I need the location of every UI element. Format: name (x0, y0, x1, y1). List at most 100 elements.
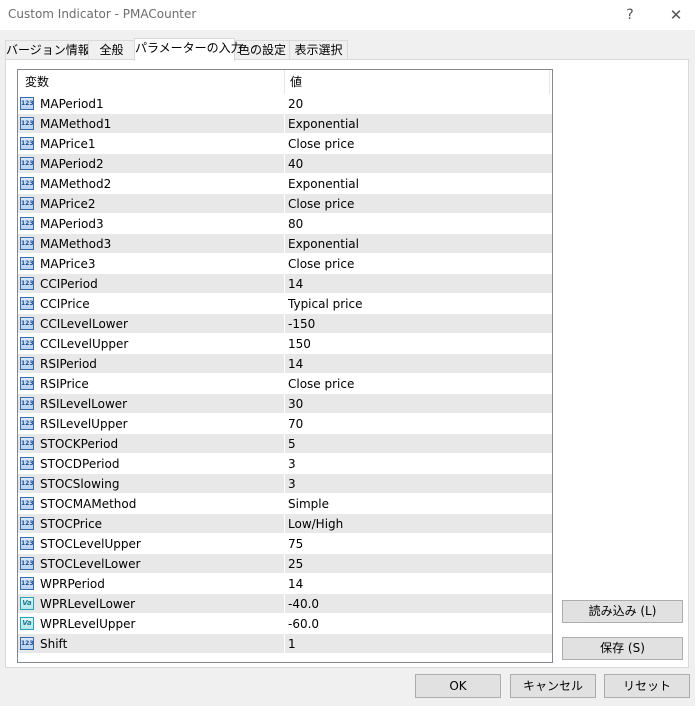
variable-name: MAPrice1 (40, 137, 96, 151)
cell-divider (284, 414, 285, 434)
parameter-grid: 変数 値 123 MAPeriod1 20 123 MAMethod1 Exponenti… (17, 69, 553, 663)
integer-type-icon: 123 (20, 177, 34, 190)
variable-value[interactable]: 14 (288, 354, 303, 374)
variable-name: WPRLevelUpper (40, 617, 136, 631)
cell-divider (284, 154, 285, 174)
variable-value[interactable]: 1 (288, 634, 296, 654)
table-row[interactable]: 123 MAPrice2 Close price (18, 194, 552, 214)
variable-value[interactable]: 5 (288, 434, 296, 454)
table-row[interactable]: 123 CCILevelLower -150 (18, 314, 552, 334)
variable-value[interactable]: 14 (288, 274, 303, 294)
double-type-icon: Va (20, 617, 34, 630)
integer-type-icon: 123 (20, 137, 34, 150)
table-row[interactable]: 123 STOCSlowing 3 (18, 474, 552, 494)
column-divider[interactable] (549, 70, 550, 94)
integer-type-icon: 123 (20, 457, 34, 470)
load-button[interactable]: 読み込み (L) (562, 600, 683, 623)
cell-divider (284, 134, 285, 154)
variable-value[interactable]: Exponential (288, 234, 359, 254)
help-icon[interactable]: ? (615, 4, 645, 26)
table-row[interactable]: 123 RSILevelLower 30 (18, 394, 552, 414)
variable-value[interactable]: 3 (288, 474, 296, 494)
variable-name: CCILevelUpper (40, 337, 129, 351)
table-row[interactable]: Va WPRLevelLower -40.0 (18, 594, 552, 614)
table-row[interactable]: 123 STOCLevelUpper 75 (18, 534, 552, 554)
variable-value[interactable]: 3 (288, 454, 296, 474)
table-row[interactable]: 123 RSIPrice Close price (18, 374, 552, 394)
table-row[interactable]: 123 MAPrice1 Close price (18, 134, 552, 154)
table-row[interactable]: 123 STOCDPeriod 3 (18, 454, 552, 474)
tab-version-info[interactable]: バージョン情報 (5, 40, 90, 60)
cell-divider (284, 494, 285, 514)
variable-value[interactable]: -150 (288, 314, 315, 334)
table-row[interactable]: 123 STOCKPeriod 5 (18, 434, 552, 454)
reset-button[interactable]: リセット (604, 674, 690, 698)
variable-value[interactable]: Close price (288, 254, 354, 274)
table-row[interactable]: 123 STOCMAMethod Simple (18, 494, 552, 514)
cancel-button[interactable]: キャンセル (510, 674, 596, 698)
variable-name: CCIPrice (40, 297, 90, 311)
variable-name: STOCDPeriod (40, 457, 120, 471)
variable-value[interactable]: -40.0 (288, 594, 319, 614)
variable-name: MAPeriod1 (40, 97, 104, 111)
integer-type-icon: 123 (20, 557, 34, 570)
variable-value[interactable]: 40 (288, 154, 303, 174)
variable-name: RSILevelLower (40, 397, 128, 411)
table-row[interactable]: 123 MAPrice3 Close price (18, 254, 552, 274)
variable-value[interactable]: Typical price (288, 294, 362, 314)
tab-visualization[interactable]: 表示選択 (289, 40, 348, 60)
double-type-icon: Va (20, 597, 34, 610)
grid-header: 変数 値 (18, 70, 552, 94)
table-row[interactable]: 123 CCILevelUpper 150 (18, 334, 552, 354)
table-row[interactable]: 123 STOCLevelLower 25 (18, 554, 552, 574)
variable-value[interactable]: -60.0 (288, 614, 319, 634)
table-row[interactable]: 123 MAPeriod2 40 (18, 154, 552, 174)
table-row[interactable]: 123 MAMethod2 Exponential (18, 174, 552, 194)
table-row[interactable]: 123 MAPeriod1 20 (18, 94, 552, 114)
ok-button[interactable]: OK (415, 674, 501, 698)
variable-value[interactable]: Exponential (288, 174, 359, 194)
table-row[interactable]: 123 MAPeriod3 80 (18, 214, 552, 234)
table-row[interactable]: 123 CCIPeriod 14 (18, 274, 552, 294)
variable-value[interactable]: Simple (288, 494, 329, 514)
table-row[interactable]: 123 WPRPeriod 14 (18, 574, 552, 594)
close-icon[interactable]: ✕ (661, 4, 691, 26)
integer-type-icon: 123 (20, 217, 34, 230)
variable-value[interactable]: 150 (288, 334, 311, 354)
variable-value[interactable]: Exponential (288, 114, 359, 134)
tab-parameters[interactable]: パラメーターの入力 (134, 38, 243, 61)
variable-value[interactable]: 25 (288, 554, 303, 574)
variable-value[interactable]: Close price (288, 194, 354, 214)
variable-value[interactable]: 20 (288, 94, 303, 114)
table-row[interactable]: 123 Shift 1 (18, 634, 552, 654)
variable-value[interactable]: Low/High (288, 514, 343, 534)
variable-value[interactable]: 75 (288, 534, 303, 554)
cell-divider (284, 354, 285, 374)
variable-value[interactable]: 80 (288, 214, 303, 234)
integer-type-icon: 123 (20, 157, 34, 170)
variable-name: STOCPrice (40, 517, 103, 531)
save-button[interactable]: 保存 (S) (562, 637, 683, 660)
column-divider[interactable] (284, 70, 285, 94)
integer-type-icon: 123 (20, 437, 34, 450)
table-row[interactable]: 123 RSILevelUpper 70 (18, 414, 552, 434)
window-title: Custom Indicator - PMACounter (8, 7, 197, 21)
variable-value[interactable]: Close price (288, 374, 354, 394)
table-row[interactable]: 123 RSIPeriod 14 (18, 354, 552, 374)
variable-value[interactable]: 14 (288, 574, 303, 594)
integer-type-icon: 123 (20, 237, 34, 250)
table-row[interactable]: 123 CCIPrice Typical price (18, 294, 552, 314)
table-row[interactable]: 123 MAMethod3 Exponential (18, 234, 552, 254)
table-row[interactable]: Va WPRLevelUpper -60.0 (18, 614, 552, 634)
variable-value[interactable]: 30 (288, 394, 303, 414)
integer-type-icon: 123 (20, 517, 34, 530)
table-row[interactable]: 123 STOCPrice Low/High (18, 514, 552, 534)
variable-name: STOCSlowing (40, 477, 120, 491)
column-header-value[interactable]: 値 (290, 70, 302, 94)
variable-value[interactable]: Close price (288, 134, 354, 154)
column-header-variable[interactable]: 変数 (25, 70, 49, 94)
variable-value[interactable]: 70 (288, 414, 303, 434)
table-row[interactable]: 123 MAMethod1 Exponential (18, 114, 552, 134)
tab-general[interactable]: 全般 (88, 40, 135, 60)
variable-name: STOCKPeriod (40, 437, 119, 451)
